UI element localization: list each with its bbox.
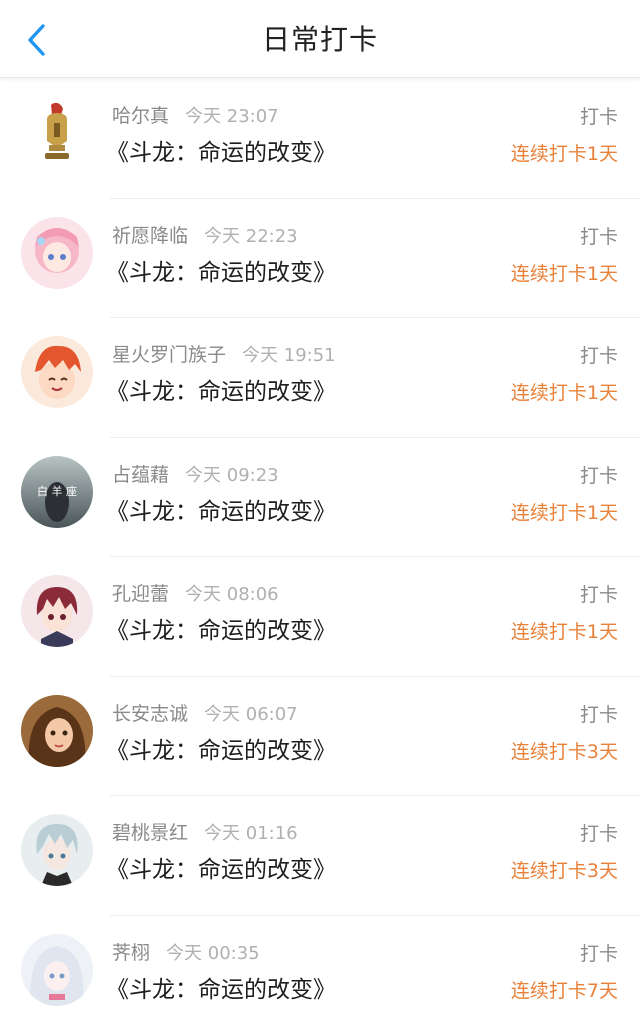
checkin-list: 哈尔真今天 23:07 《斗龙：命运的改变》 打卡 连续打卡1天 祈愿降临今天 … <box>0 79 640 1035</box>
streak-label: 连续打卡1天 <box>511 260 618 288</box>
user-name[interactable]: 祈愿降临今天 22:23 <box>112 223 298 250</box>
user-name[interactable]: 哈尔真今天 23:07 <box>112 103 279 130</box>
book-title[interactable]: 《斗龙：命运的改变》 <box>106 974 336 1006</box>
user-name-text: 荠栩 <box>112 942 150 964</box>
user-name[interactable]: 星火罗门族子今天 19:51 <box>112 342 336 369</box>
red-hair-boy-avatar[interactable] <box>21 336 93 408</box>
timestamp: 今天 08:06 <box>185 584 279 605</box>
page-title: 日常打卡 <box>0 20 640 60</box>
checkin-label: 打卡 <box>580 343 618 369</box>
user-name[interactable]: 碧桃景红今天 01:16 <box>112 820 298 847</box>
list-item[interactable]: 碧桃景红今天 01:16 《斗龙：命运的改变》 打卡 连续打卡3天 <box>0 796 640 916</box>
list-item[interactable]: 哈尔真今天 23:07 《斗龙：命运的改变》 打卡 连续打卡1天 <box>0 79 640 199</box>
anime-boy-avatar[interactable] <box>21 575 93 647</box>
list-item[interactable]: 星火罗门族子今天 19:51 《斗龙：命运的改变》 打卡 连续打卡1天 <box>0 318 640 438</box>
user-name-text: 孔迎蕾 <box>112 583 169 605</box>
checkin-label: 打卡 <box>580 463 618 489</box>
svg-text:白 羊 座: 白 羊 座 <box>37 484 77 498</box>
streak-label: 连续打卡1天 <box>511 618 618 646</box>
girl-photo-avatar[interactable] <box>21 695 93 767</box>
book-title[interactable]: 《斗龙：命运的改变》 <box>106 496 336 528</box>
list-item[interactable]: 孔迎蕾今天 08:06 《斗龙：命运的改变》 打卡 连续打卡1天 <box>0 557 640 677</box>
streak-label: 连续打卡1天 <box>511 499 618 527</box>
user-name-text: 星火罗门族子 <box>112 344 226 366</box>
checkin-label: 打卡 <box>580 821 618 847</box>
streak-label: 连续打卡1天 <box>511 379 618 407</box>
checkin-label: 打卡 <box>580 702 618 728</box>
top-bar: 日常打卡 <box>0 0 640 78</box>
checkin-label: 打卡 <box>580 224 618 250</box>
user-name[interactable]: 荠栩今天 00:35 <box>112 940 260 967</box>
user-name[interactable]: 长安志诚今天 06:07 <box>112 701 298 728</box>
timestamp: 今天 09:23 <box>185 465 279 486</box>
book-title[interactable]: 《斗龙：命运的改变》 <box>106 854 336 886</box>
timestamp: 今天 00:35 <box>166 943 260 964</box>
timestamp: 今天 19:51 <box>242 345 336 366</box>
user-name-text: 碧桃景红 <box>112 822 188 844</box>
list-item[interactable]: 长安志诚今天 06:07 《斗龙：命运的改变》 打卡 连续打卡3天 <box>0 677 640 797</box>
user-name-text: 祈愿降临 <box>112 225 188 247</box>
checkin-label: 打卡 <box>580 941 618 967</box>
user-name[interactable]: 占蕴藉今天 09:23 <box>112 462 279 489</box>
list-item[interactable]: 荠栩今天 00:35 《斗龙：命运的改变》 打卡 连续打卡7天 <box>0 916 640 1035</box>
checkin-label: 打卡 <box>580 582 618 608</box>
timestamp: 今天 23:07 <box>185 106 279 127</box>
streak-label: 连续打卡1天 <box>511 140 618 168</box>
streak-label: 连续打卡3天 <box>511 857 618 885</box>
streak-label: 连续打卡3天 <box>511 738 618 766</box>
book-title[interactable]: 《斗龙：命运的改变》 <box>106 137 336 169</box>
user-name-text: 占蕴藉 <box>112 464 169 486</box>
list-item[interactable]: 祈愿降临今天 22:23 《斗龙：命运的改变》 打卡 连续打卡1天 <box>0 199 640 319</box>
aries-avatar[interactable]: 白 羊 座 <box>21 456 93 528</box>
book-title[interactable]: 《斗龙：命运的改变》 <box>106 257 336 289</box>
streak-label: 连续打卡7天 <box>511 977 618 1005</box>
book-title[interactable]: 《斗龙：命运的改变》 <box>106 615 336 647</box>
user-name-text: 长安志诚 <box>112 703 188 725</box>
helmet-avatar[interactable] <box>21 97 93 169</box>
silver-hair-boy-avatar[interactable] <box>21 814 93 886</box>
user-name[interactable]: 孔迎蕾今天 08:06 <box>112 581 279 608</box>
book-title[interactable]: 《斗龙：命运的改变》 <box>106 735 336 767</box>
book-title[interactable]: 《斗龙：命运的改变》 <box>106 376 336 408</box>
white-hair-girl-avatar[interactable] <box>21 934 93 1006</box>
timestamp: 今天 06:07 <box>204 704 298 725</box>
timestamp: 今天 01:16 <box>204 823 298 844</box>
checkin-label: 打卡 <box>580 104 618 130</box>
user-name-text: 哈尔真 <box>112 105 169 127</box>
pink-anime-girl-avatar[interactable] <box>21 217 93 289</box>
list-item[interactable]: 白 羊 座 占蕴藉今天 09:23 《斗龙：命运的改变》 打卡 连续打卡1天 <box>0 438 640 558</box>
timestamp: 今天 22:23 <box>204 226 298 247</box>
